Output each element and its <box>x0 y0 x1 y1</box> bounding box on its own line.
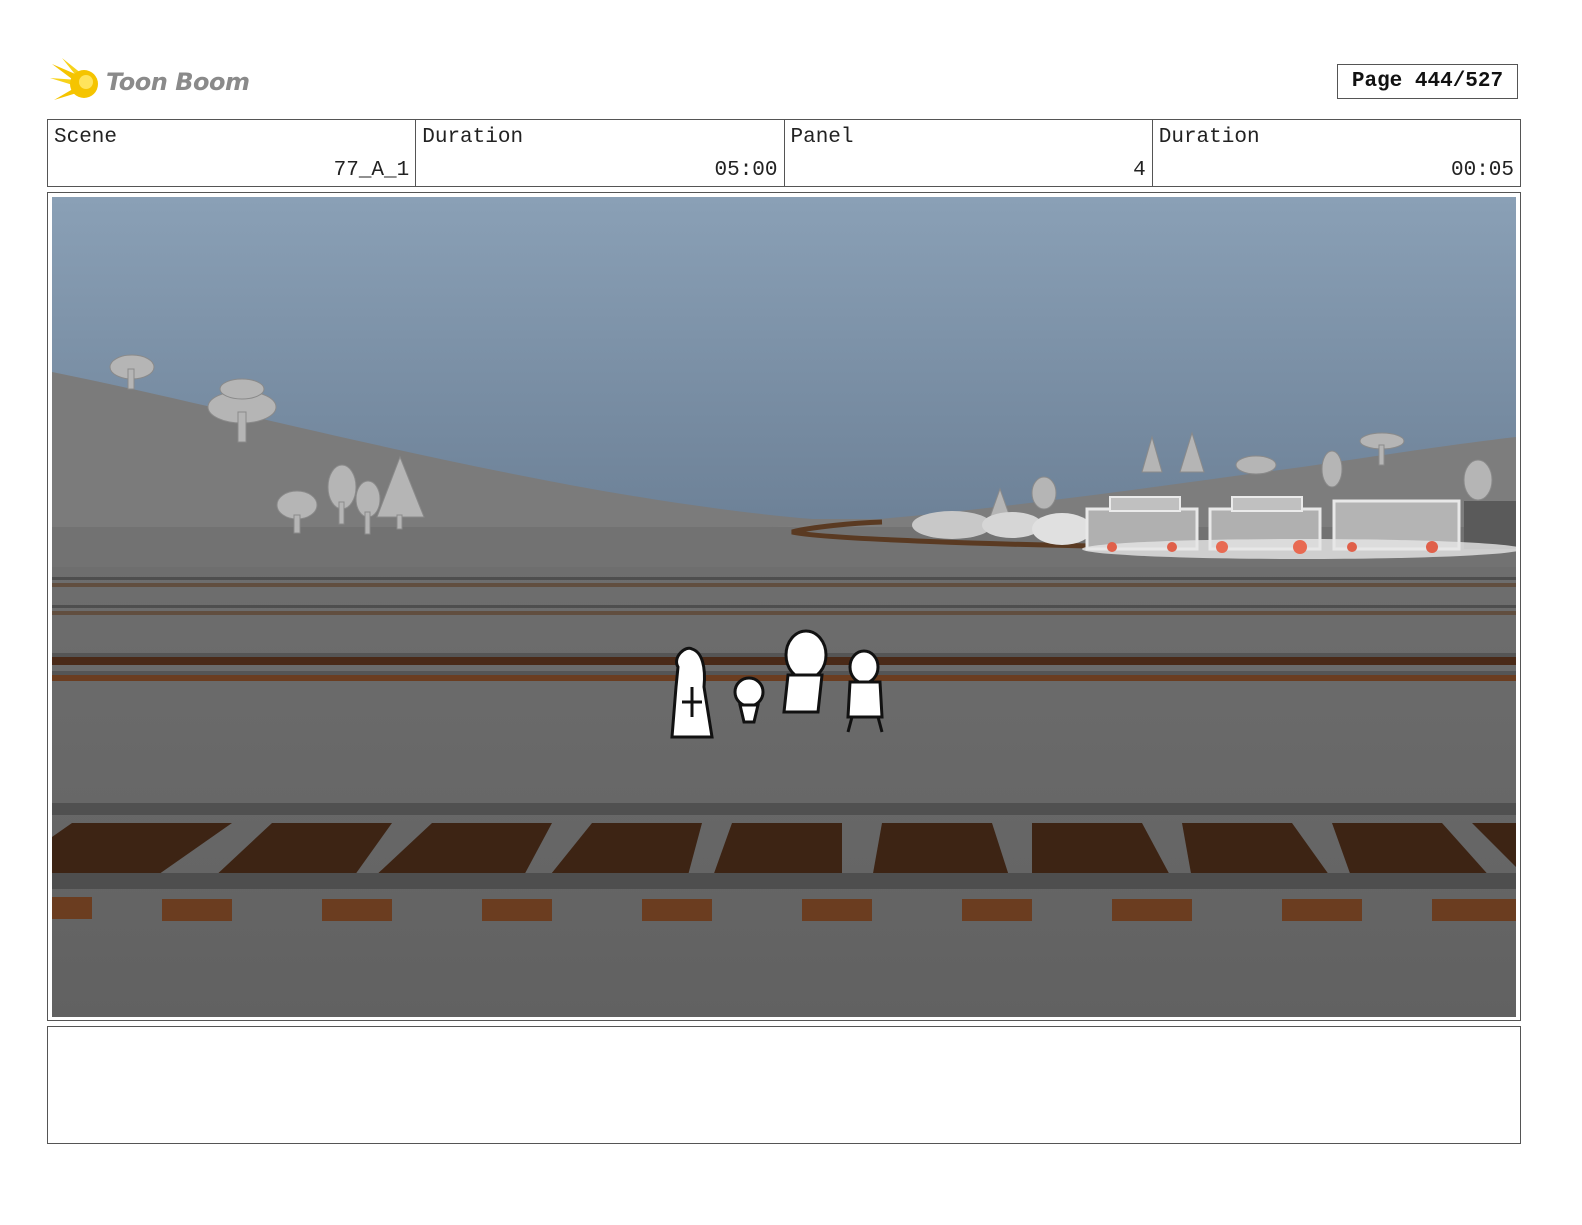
panel-duration-label: Duration <box>1158 126 1260 149</box>
panel-value: 4 <box>1133 159 1146 182</box>
panel-info-table: Scene 77_A_1 Duration 05:00 Panel 4 Dura… <box>47 119 1521 187</box>
scene-label: Scene <box>54 126 118 149</box>
panel-label: Panel <box>790 126 854 149</box>
duration-cell: Duration 05:00 <box>416 120 785 186</box>
duration-label: Duration <box>422 126 524 149</box>
panel-duration-cell: Duration 00:05 <box>1153 120 1520 186</box>
panel-duration-value: 00:05 <box>1450 159 1514 182</box>
storyboard-image <box>52 197 1516 1017</box>
duration-value: 05:00 <box>714 159 778 182</box>
scene-value: 77_A_1 <box>333 159 410 182</box>
page-indicator: Page 444/527 <box>1337 64 1518 99</box>
star-burst-icon <box>50 58 98 100</box>
scene-cell: Scene 77_A_1 <box>48 120 417 186</box>
toon-boom-logo: Toon Boom <box>50 56 250 108</box>
panel-cell: Panel 4 <box>785 120 1153 186</box>
panel-notes <box>47 1026 1521 1144</box>
brand-name: Toon Boom <box>106 68 250 96</box>
storyboard-frame <box>47 192 1521 1021</box>
ground <box>52 557 1516 1017</box>
